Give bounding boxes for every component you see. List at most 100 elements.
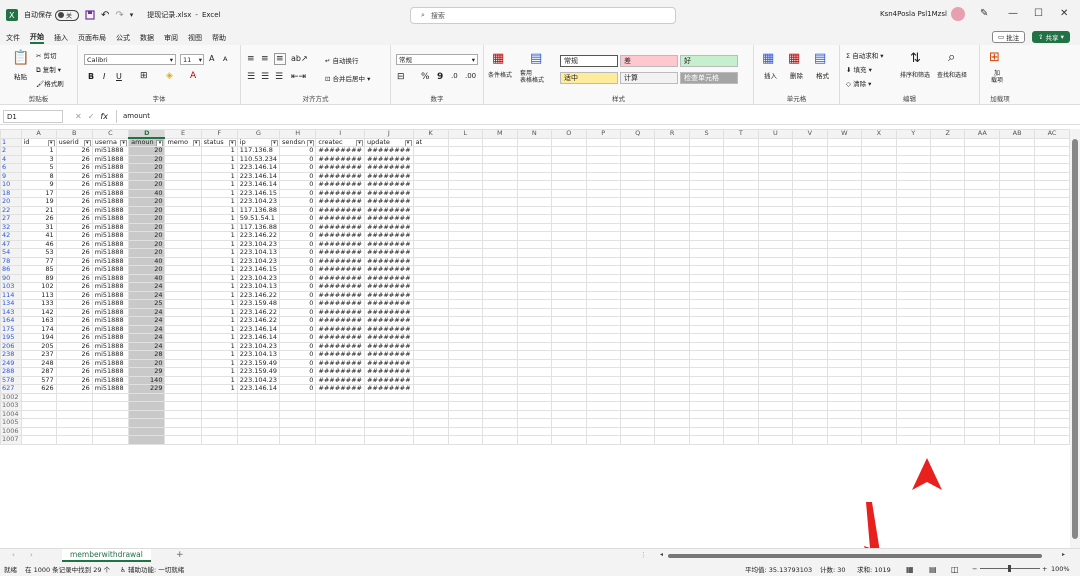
grid-cell[interactable] [654,146,690,156]
grid-cell[interactable] [895,350,931,360]
date-cell[interactable]: ######## [363,214,414,224]
grid-cell[interactable] [619,409,656,419]
row-header[interactable]: 1002 [0,392,22,402]
grid-cell[interactable] [654,392,690,402]
grid-cell[interactable] [723,350,759,360]
data-cell[interactable]: 113 [20,290,57,300]
grid-cell[interactable] [757,180,794,190]
data-cell[interactable] [164,358,202,368]
grid-cell[interactable] [929,273,966,283]
grid-cell[interactable] [999,324,1035,334]
row-header[interactable]: 1003 [0,401,22,411]
grid-cell[interactable] [585,282,621,292]
grid-cell[interactable] [895,180,931,190]
grid-cell[interactable] [482,299,518,309]
grid-cell[interactable] [482,239,518,249]
grid-cell[interactable] [895,307,931,317]
grid-cell[interactable] [200,392,238,402]
grid-cell[interactable] [826,214,863,224]
enter-icon[interactable]: ✓ [88,112,95,121]
grid-cell[interactable] [826,265,863,275]
grid-cell[interactable] [619,290,656,300]
date-cell[interactable]: ######## [363,222,414,232]
column-header-W[interactable]: W [826,129,863,139]
grid-cell[interactable] [792,205,828,215]
grid-cell[interactable] [654,426,690,436]
grid-cell[interactable] [792,265,828,275]
grid-cell[interactable] [551,341,587,351]
grid-cell[interactable] [999,426,1035,436]
grid-cell[interactable] [315,426,365,436]
grid-cell[interactable] [412,256,449,266]
grid-cell[interactable] [200,426,238,436]
cancel-icon[interactable]: ✕ [75,112,82,121]
grid-cell[interactable] [619,418,656,428]
grid-cell[interactable] [792,392,828,402]
grid-cell[interactable] [412,367,449,377]
grid-cell[interactable] [826,299,863,309]
grid-cell[interactable] [826,239,863,249]
grid-cell[interactable] [861,248,897,258]
align-center-icon[interactable]: ☰ [261,72,269,82]
grid-cell[interactable] [757,392,794,402]
grid-cell[interactable] [619,350,656,360]
data-cell[interactable]: 0 [279,333,317,343]
grid-cell[interactable] [516,256,553,266]
grid-cell[interactable] [20,435,57,445]
grid-cell[interactable] [792,231,828,241]
grid-cell[interactable] [964,401,1001,411]
grid-cell[interactable] [964,307,1001,317]
grid-cell[interactable] [516,197,553,207]
grid-cell[interactable] [723,341,759,351]
grid-cell[interactable] [757,171,794,181]
data-cell[interactable] [164,188,202,198]
grid-cell[interactable] [619,426,656,436]
grid-cell[interactable] [757,307,794,317]
grid-cell[interactable] [619,307,656,317]
grid-cell[interactable] [999,333,1035,343]
grid-cell[interactable] [929,171,966,181]
data-cell[interactable]: 194 [20,333,57,343]
grid-cell[interactable] [20,401,57,411]
grid-cell[interactable] [447,282,484,292]
grid-cell[interactable] [482,367,518,377]
grid-cell[interactable] [412,401,449,411]
grid-cell[interactable] [999,350,1035,360]
bold-button[interactable]: B [88,72,94,81]
page-break-icon[interactable]: ◫ [951,565,959,574]
grid-cell[interactable] [792,435,828,445]
data-cell[interactable] [164,299,202,309]
grid-cell[interactable] [999,273,1035,283]
grid-cell[interactable] [585,435,621,445]
data-cell[interactable]: 1 [200,290,238,300]
date-cell[interactable]: ######## [315,273,365,283]
data-cell[interactable]: 223.104.23 [236,273,281,283]
grid-cell[interactable] [551,205,587,215]
grid-cell[interactable] [723,265,759,275]
grid-cell[interactable] [585,239,621,249]
function-icon[interactable]: fx [100,112,108,121]
cell-style-0[interactable]: 常规 [560,55,618,67]
data-cell[interactable] [164,214,202,224]
grid-cell[interactable] [585,367,621,377]
table-header-cell[interactable]: amoun ▾ [128,137,166,147]
grid-cell[interactable] [447,324,484,334]
grid-cell[interactable] [861,316,897,326]
data-cell[interactable]: 142 [20,307,57,317]
vertical-scroll-thumb[interactable] [1072,139,1078,539]
grid-cell[interactable] [551,282,587,292]
grid-cell[interactable] [654,367,690,377]
row-header[interactable]: 20 [0,197,22,207]
grid-cell[interactable] [757,154,794,164]
grid-cell[interactable] [482,256,518,266]
grid-cell[interactable] [482,384,518,394]
row-header[interactable]: 54 [0,248,22,258]
data-cell[interactable]: 0 [279,205,317,215]
data-cell[interactable]: 0 [279,375,317,385]
grid-cell[interactable] [895,333,931,343]
search-box[interactable]: ⌕ 搜索 [410,7,676,24]
grid-cell[interactable] [412,154,449,164]
data-cell[interactable]: 1 [200,163,238,173]
grid-cell[interactable] [412,171,449,181]
grid-cell[interactable] [861,409,897,419]
